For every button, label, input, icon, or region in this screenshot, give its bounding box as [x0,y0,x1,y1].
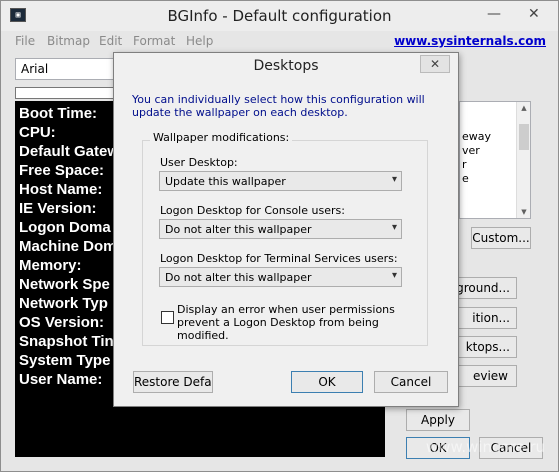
user-desktop-value: Update this wallpaper [165,175,286,188]
list-item[interactable]: ver [462,144,480,157]
font-name-field[interactable]: Arial [15,58,125,80]
restore-default-button[interactable]: Restore Default [133,371,213,393]
chevron-down-icon: ▾ [391,174,397,185]
watermark: www.wincore.ru [425,438,545,456]
info-line: Network Spe [19,276,110,293]
console-desktop-value: Do not alter this wallpaper [165,223,312,236]
info-line: Memory: [19,257,82,274]
scroll-up-icon[interactable]: ▲ [517,104,531,112]
apply-button[interactable]: Apply [406,409,470,431]
background-button[interactable]: ground... [453,277,517,299]
dialog-close-icon[interactable]: ✕ [420,55,450,73]
menu-format[interactable]: Format [133,34,175,48]
user-desktop-label: User Desktop: [160,156,238,169]
list-scrollbar[interactable]: ▲ ▼ [516,102,530,218]
ruler [15,87,123,99]
chevron-down-icon: ▾ [391,270,397,281]
list-item[interactable]: r [462,158,467,171]
info-line: Snapshot Tin [19,333,114,350]
chevron-down-icon: ▾ [391,222,397,233]
info-line: Logon Doma [19,219,111,236]
fields-list[interactable]: eway ver r e ▲ ▼ [459,101,531,219]
dialog-ok-button[interactable]: OK [291,371,363,393]
terminal-label: Logon Desktop for Terminal Services user… [160,252,398,265]
window-title: BGInfo - Default configuration [167,7,392,25]
position-button[interactable]: ition... [453,307,517,329]
desktops-button[interactable]: ktops... [453,336,517,358]
menu-bitmap[interactable]: Bitmap [47,34,90,48]
minimize-button[interactable]: — [487,6,501,22]
preview-button[interactable]: eview [453,365,517,387]
info-line: IE Version: [19,200,97,217]
console-label: Logon Desktop for Console users: [160,204,345,217]
scroll-down-icon[interactable]: ▼ [517,208,531,216]
info-line: OS Version: [19,314,105,331]
info-line: Boot Time: [19,105,98,122]
info-line: User Name: [19,371,103,388]
menu-edit[interactable]: Edit [99,34,122,48]
info-line: CPU: [19,124,56,141]
user-desktop-select[interactable]: Update this wallpaper ▾ [159,171,402,191]
custom-button[interactable]: Custom... [471,227,531,249]
menu-file[interactable]: File [15,34,35,48]
error-checkbox-label[interactable]: Display an error when user permissions p… [177,303,417,342]
info-line: Network Typ [19,295,108,312]
close-icon[interactable]: ✕ [528,6,540,22]
scroll-thumb[interactable] [519,124,529,150]
error-checkbox[interactable] [161,311,174,324]
terminal-desktop-value: Do not alter this wallpaper [165,271,312,284]
dialog-title-bar: Desktops ✕ [114,53,458,81]
dialog-cancel-button[interactable]: Cancel [374,371,448,393]
list-item[interactable]: eway [462,130,491,143]
dialog-title: Desktops [253,58,319,74]
list-item[interactable]: e [462,172,469,185]
terminal-desktop-select[interactable]: Do not alter this wallpaper ▾ [159,267,402,287]
desktops-dialog: Desktops ✕ You can individually select h… [113,52,459,407]
dialog-description: You can individually select how this con… [132,93,425,119]
sysinternals-link[interactable]: www.sysinternals.com [394,34,546,48]
info-line: Default Gatew [19,143,120,160]
info-line: Host Name: [19,181,103,198]
group-label: Wallpaper modifications: [150,131,293,144]
title-bar: ▣ BGInfo - Default configuration — ✕ [1,1,558,31]
menu-bar: File Bitmap Edit Format Help www.sysinte… [1,31,558,52]
menu-help[interactable]: Help [186,34,213,48]
info-line: System Type [19,352,111,369]
info-line: Machine Dom [19,238,117,255]
console-desktop-select[interactable]: Do not alter this wallpaper ▾ [159,219,402,239]
info-line: Free Space: [19,162,105,179]
